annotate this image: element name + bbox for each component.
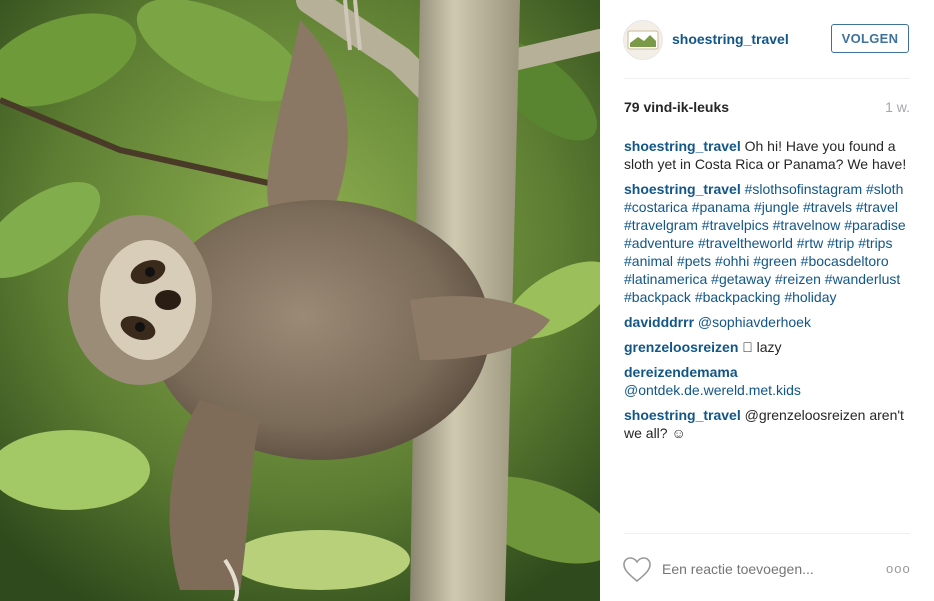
post-age[interactable]: 1 w. [885, 99, 910, 115]
comment-username[interactable]: grenzeloosreizen [624, 339, 738, 355]
comment-item: shoestring_travel #slothsofinstagram #sl… [624, 180, 912, 306]
comment-username[interactable]: shoestring_travel [624, 138, 741, 154]
comment-item: dereizendemama @ontdek.de.wereld.met.kid… [624, 363, 912, 399]
add-comment-input[interactable] [662, 559, 862, 579]
comment-mention[interactable]: @sophiavderhoek [694, 314, 811, 330]
comment-bar: ooo [600, 545, 934, 601]
comment-list: shoestring_travel Oh hi! Have you found … [624, 137, 912, 449]
comment-username[interactable]: dereizendemama [624, 364, 738, 380]
post-header: shoestring_travel VOLGEN [600, 0, 934, 78]
comment-item: shoestring_travel Oh hi! Have you found … [624, 137, 912, 173]
comment-item: shoestring_travel @grenzeloosreizen aren… [624, 406, 912, 442]
post-view: shoestring_travel VOLGEN 79 vind-ik-leuk… [0, 0, 934, 601]
header-divider [624, 78, 910, 79]
footer-divider [624, 533, 910, 534]
post-sidebar: shoestring_travel VOLGEN 79 vind-ik-leuk… [600, 0, 934, 601]
comment-text: 􀀀 lazy [738, 339, 782, 355]
comment-mention[interactable]: @ontdek.de.wereld.met.kids [624, 382, 801, 398]
comment-username[interactable]: shoestring_travel [624, 407, 741, 423]
post-photo[interactable] [0, 0, 600, 601]
comment-item: grenzeloosreizen 􀀀 lazy [624, 338, 912, 356]
comment-username[interactable]: davidddrrr [624, 314, 694, 330]
heart-icon[interactable] [623, 557, 651, 583]
more-options-button[interactable]: ooo [886, 561, 911, 576]
likes-count[interactable]: 79 vind-ik-leuks [624, 99, 729, 115]
avatar-logo-icon [624, 21, 662, 59]
sloth-photo-illustration [0, 0, 600, 601]
comment-hashtags[interactable]: #slothsofinstagram #sloth #costarica #pa… [624, 181, 906, 305]
post-author-username[interactable]: shoestring_travel [672, 31, 789, 47]
comment-username[interactable]: shoestring_travel [624, 181, 741, 197]
avatar[interactable] [623, 20, 663, 60]
comment-item: davidddrrr @sophiavderhoek [624, 313, 912, 331]
follow-button[interactable]: VOLGEN [831, 24, 909, 53]
